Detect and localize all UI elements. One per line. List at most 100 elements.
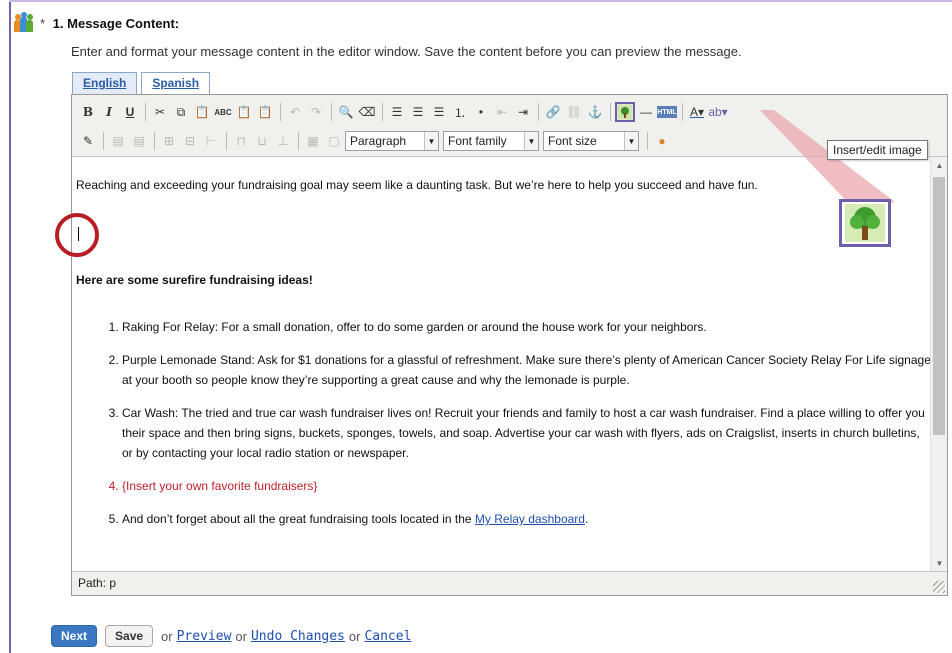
font-family-select-value: Font family — [448, 134, 507, 148]
people-icon — [14, 12, 34, 32]
horizontal-rule-icon[interactable]: — — [636, 102, 656, 122]
form-actions: Next Save or Preview or Undo Changes or … — [51, 625, 415, 647]
list-item-suffix: . — [584, 512, 589, 526]
paste-icon[interactable]: 📋 — [192, 102, 212, 122]
align-left-icon[interactable]: ☰ — [387, 102, 407, 122]
cursor-callout-ring — [55, 213, 99, 257]
html-icon[interactable]: HTML — [657, 106, 677, 118]
list-item: Raking For Relay: For a small donation, … — [122, 317, 930, 337]
font-size-select-value: Font size — [548, 134, 597, 148]
editor-scrollbar[interactable]: ▲ ▼ — [930, 157, 947, 571]
tab-english[interactable]: English — [72, 72, 138, 94]
resize-grip-icon[interactable] — [933, 581, 945, 593]
list-item: Purple Lemonade Stand: Ask for $1 donati… — [122, 350, 930, 390]
my-relay-dashboard-link[interactable]: My Relay dashboard — [475, 512, 585, 526]
delete-row-icon[interactable]: ⊟ — [180, 131, 200, 151]
paste-text-icon[interactable]: 📋 — [234, 102, 254, 122]
outdent-icon[interactable]: ⇤ — [492, 102, 512, 122]
clear-format-icon[interactable]: ⌫ — [357, 102, 377, 122]
scroll-up-icon[interactable]: ▲ — [931, 157, 948, 173]
find-replace-icon[interactable]: 🔍 — [336, 102, 356, 122]
toolbar-separator — [145, 103, 146, 121]
image-callout — [839, 199, 891, 247]
toolbar-row-1: B I U ✂ ⧉ 📋 ABC 📋 📋 ↶ ↷ 🔍 ⌫ ☰ ☰ ☰ ⒈ • ⇤ … — [78, 99, 729, 125]
callout-beam — [760, 110, 895, 210]
insert-table-icon[interactable]: ▦ — [303, 131, 323, 151]
chevron-down-icon: ▼ — [424, 132, 438, 150]
list-item: And don’t forget about all the great fun… — [122, 509, 930, 529]
toolbar-separator — [226, 132, 227, 150]
delete-col-icon[interactable]: ⊥ — [273, 131, 293, 151]
element-path: Path: p — [78, 576, 117, 590]
indent-icon[interactable]: ⇥ — [513, 102, 533, 122]
align-right-icon[interactable]: ☰ — [429, 102, 449, 122]
scroll-down-icon[interactable]: ▼ — [931, 555, 948, 571]
section-top-rule — [9, 0, 952, 2]
paste-word-icon[interactable]: 📋 — [255, 102, 275, 122]
insert-image-icon[interactable] — [615, 102, 635, 122]
cancel-link[interactable]: Cancel — [364, 629, 411, 644]
step-title: * 1. Message Content: — [40, 16, 179, 31]
unlink-icon[interactable]: ⛓ — [564, 102, 584, 122]
merge-cells-icon[interactable]: ⊔ — [252, 131, 272, 151]
undo-icon[interactable]: ↶ — [285, 102, 305, 122]
preview-link[interactable]: Preview — [177, 629, 232, 644]
section-left-rule — [9, 0, 11, 653]
list-item: Car Wash: The tried and true car wash fu… — [122, 403, 930, 463]
italic-button[interactable]: I — [99, 102, 119, 122]
chevron-down-icon: ▼ — [624, 132, 638, 150]
user-icon[interactable]: ● — [652, 131, 672, 151]
intro-line: Reaching and exceeding your fundraising … — [76, 178, 758, 192]
toolbar-separator — [154, 132, 155, 150]
toolbar-separator — [280, 103, 281, 121]
table-props-icon[interactable]: ⊞ — [159, 131, 179, 151]
insert-col-icon[interactable]: ⊢ — [201, 131, 221, 151]
toolbar-separator — [103, 132, 104, 150]
copy-icon[interactable]: ⧉ — [171, 102, 191, 122]
editor-statusbar: Path: p — [72, 571, 947, 595]
editor-content-area[interactable]: Reaching and exceeding your fundraising … — [72, 157, 930, 571]
split-cells-icon[interactable]: ⊓ — [231, 131, 251, 151]
language-tabs: English Spanish — [72, 72, 211, 94]
underline-button[interactable]: U — [120, 102, 140, 122]
font-family-select[interactable]: Font family ▼ — [443, 131, 539, 151]
edit-css-icon[interactable]: ✎ — [78, 131, 98, 151]
save-button[interactable]: Save — [105, 625, 154, 647]
tab-spanish[interactable]: Spanish — [141, 72, 211, 94]
scrollbar-thumb[interactable] — [933, 177, 945, 435]
toolbar-row-2: ✎ ▤ ▤ ⊞ ⊟ ⊢ ⊓ ⊔ ⊥ ▦ ▢ Paragraph ▼ Font f… — [78, 128, 673, 154]
or-text: or — [235, 628, 247, 644]
or-text: or — [161, 628, 173, 644]
toolbar-separator — [538, 103, 539, 121]
or-text: or — [348, 628, 361, 644]
step-header: * 1. Message Content: — [14, 12, 179, 32]
spellcheck-icon[interactable]: ABC — [213, 102, 233, 122]
table-cell-icon[interactable]: ▢ — [324, 131, 344, 151]
chevron-down-icon: ▼ — [524, 132, 538, 150]
anchor-icon[interactable]: ⚓ — [585, 102, 605, 122]
link-icon[interactable]: 🔗 — [543, 102, 563, 122]
bold-button[interactable]: B — [78, 102, 98, 122]
required-marker: * — [40, 15, 46, 31]
text-color-icon[interactable]: A▾ — [687, 102, 707, 122]
list-item: {Insert your own favorite fundraisers} — [122, 476, 930, 496]
paragraph-select[interactable]: Paragraph ▼ — [345, 131, 439, 151]
ordered-list-icon[interactable]: ⒈ — [450, 102, 470, 122]
tree-icon — [845, 204, 885, 242]
unordered-list-icon[interactable]: • — [471, 102, 491, 122]
insert-image-tooltip: Insert/edit image — [827, 140, 928, 160]
next-button[interactable]: Next — [51, 625, 98, 647]
toolbar-separator — [610, 103, 611, 121]
toolbar-separator — [298, 132, 299, 150]
toolbar-separator — [647, 132, 648, 150]
toolbar-separator — [331, 103, 332, 121]
ideas-list: Raking For Relay: For a small donation, … — [102, 317, 930, 542]
align-center-icon[interactable]: ☰ — [408, 102, 428, 122]
highlight-icon[interactable]: ab▾ — [708, 102, 728, 122]
insert-row-after-icon[interactable]: ▤ — [129, 131, 149, 151]
redo-icon[interactable]: ↷ — [306, 102, 326, 122]
insert-row-before-icon[interactable]: ▤ — [108, 131, 128, 151]
undo-changes-link[interactable]: Undo Changes — [251, 629, 345, 644]
cut-icon[interactable]: ✂ — [150, 102, 170, 122]
font-size-select[interactable]: Font size ▼ — [543, 131, 639, 151]
